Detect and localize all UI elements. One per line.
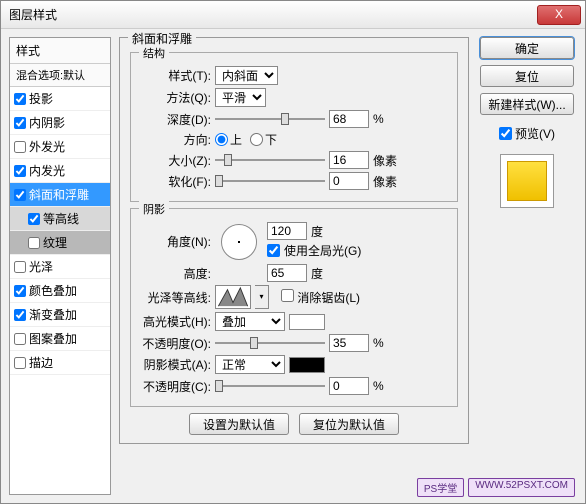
style-item-checkbox[interactable] [28,213,40,225]
style-label: 样式(T): [139,67,211,84]
shadow-mode-select[interactable]: 正常 [215,355,285,374]
depth-input[interactable] [329,110,369,128]
watermark: PS学堂 WWW.52PSXT.COM [417,478,575,497]
gloss-contour-dropdown[interactable]: ▾ [255,285,269,309]
style-item[interactable]: 等高线 [10,207,110,231]
style-item-checkbox[interactable] [14,309,26,321]
action-panel: 确定 复位 新建样式(W)... 预览(V) [477,37,577,495]
style-item-label: 图案叠加 [29,330,77,347]
style-item[interactable]: 纹理 [10,231,110,255]
highlight-opacity-input[interactable] [329,334,369,352]
shadow-mode-label: 阴影模式(A): [139,356,211,373]
style-item-label: 等高线 [43,210,79,227]
size-label: 大小(Z): [139,152,211,169]
soften-label: 软化(F): [139,173,211,190]
style-item[interactable]: 斜面和浮雕 [10,183,110,207]
style-item[interactable]: 渐变叠加 [10,303,110,327]
soften-input[interactable] [329,172,369,190]
highlight-color[interactable] [289,314,325,330]
depth-slider[interactable] [215,110,325,128]
shading-title: 阴影 [139,201,169,217]
shadow-opacity-input[interactable] [329,377,369,395]
highlight-opacity-slider[interactable] [215,334,325,352]
ok-button[interactable]: 确定 [480,37,574,59]
reset-default-button[interactable]: 复位为默认值 [299,413,399,435]
altitude-label: 高度: [139,265,211,282]
size-input[interactable] [329,151,369,169]
highlight-mode-select[interactable]: 叠加 [215,312,285,331]
style-item[interactable]: 投影 [10,87,110,111]
antialias-check[interactable]: 消除锯齿(L) [281,289,360,306]
style-item[interactable]: 图案叠加 [10,327,110,351]
settings-panel: 斜面和浮雕 结构 样式(T): 内斜面 方法(Q): 平滑 深度(D): [119,37,469,495]
cancel-button[interactable]: 复位 [480,65,574,87]
method-label: 方法(Q): [139,89,211,106]
style-item-label: 颜色叠加 [29,282,77,299]
style-item-checkbox[interactable] [14,285,26,297]
style-item-checkbox[interactable] [14,117,26,129]
style-item-label: 内阴影 [29,114,65,131]
style-item-checkbox[interactable] [14,93,26,105]
style-item-checkbox[interactable] [14,333,26,345]
style-select[interactable]: 内斜面 [215,66,278,85]
style-item-checkbox[interactable] [14,165,26,177]
style-item-checkbox[interactable] [14,189,26,201]
shadow-opacity-slider[interactable] [215,377,325,395]
style-item-label: 斜面和浮雕 [29,186,89,203]
direction-down[interactable]: 下 [250,131,277,148]
preview-box [500,154,554,208]
make-default-button[interactable]: 设置为默认值 [189,413,289,435]
new-style-button[interactable]: 新建样式(W)... [480,93,574,115]
direction-up[interactable]: 上 [215,131,242,148]
style-item-label: 内发光 [29,162,65,179]
styles-header: 样式 [10,38,110,64]
gloss-label: 光泽等高线: [139,289,211,306]
global-light-check[interactable]: 使用全局光(G) [267,242,361,259]
style-item-checkbox[interactable] [28,237,40,249]
titlebar: 图层样式 X [1,1,585,29]
soften-slider[interactable] [215,172,325,190]
style-item[interactable]: 描边 [10,351,110,375]
style-item-label: 渐变叠加 [29,306,77,323]
gloss-contour[interactable] [215,285,251,309]
preview-check[interactable]: 预览(V) [499,125,555,142]
style-item-checkbox[interactable] [14,261,26,273]
angle-dial[interactable] [221,224,257,260]
altitude-input[interactable] [267,264,307,282]
angle-input[interactable] [267,222,307,240]
style-item-checkbox[interactable] [14,357,26,369]
preview-swatch [507,161,547,201]
blend-options[interactable]: 混合选项:默认 [10,64,110,87]
style-item[interactable]: 内发光 [10,159,110,183]
size-slider[interactable] [215,151,325,169]
style-item[interactable]: 光泽 [10,255,110,279]
highlight-mode-label: 高光模式(H): [139,313,211,330]
style-item[interactable]: 颜色叠加 [10,279,110,303]
highlight-opacity-label: 不透明度(O): [139,335,211,352]
style-item-label: 投影 [29,90,53,107]
shadow-opacity-label: 不透明度(C): [139,378,211,395]
direction-label: 方向: [139,131,211,148]
style-item[interactable]: 外发光 [10,135,110,159]
close-button[interactable]: X [537,5,581,25]
style-item-label: 外发光 [29,138,65,155]
method-select[interactable]: 平滑 [215,88,266,107]
style-item-label: 描边 [29,354,53,371]
dialog-title: 图层样式 [5,6,537,23]
shadow-color[interactable] [289,357,325,373]
angle-label: 角度(N): [139,233,211,250]
style-item-label: 光泽 [29,258,53,275]
style-item[interactable]: 内阴影 [10,111,110,135]
style-item-checkbox[interactable] [14,141,26,153]
structure-title: 结构 [139,45,169,61]
depth-label: 深度(D): [139,111,211,128]
styles-list: 样式 混合选项:默认 投影内阴影外发光内发光斜面和浮雕等高线纹理光泽颜色叠加渐变… [9,37,111,495]
style-item-label: 纹理 [43,234,67,251]
